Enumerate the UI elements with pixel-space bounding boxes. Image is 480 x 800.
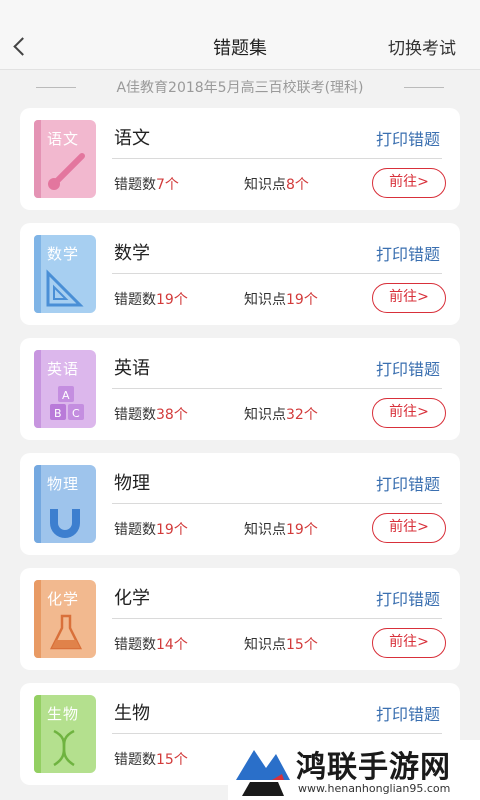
print-errors-button[interactable]: 打印错题 <box>376 586 440 610</box>
subject-card-physics[interactable]: 物理 物理 打印错题 错题数19个 知识点19个 前往> <box>20 453 460 555</box>
knowledge-point-count: 知识点15个 <box>244 637 318 653</box>
print-errors-button[interactable]: 打印错题 <box>376 126 440 150</box>
error-count: 错题数7个 <box>114 177 179 193</box>
flask-icon <box>49 614 83 650</box>
card-divider <box>112 618 442 619</box>
error-count: 错题数15个 <box>114 752 188 768</box>
brush-icon <box>48 153 85 190</box>
abc-blocks-icon: A B C <box>50 386 84 420</box>
go-button[interactable]: 前往> <box>372 283 446 313</box>
go-button[interactable]: 前往> <box>372 513 446 543</box>
subject-name: 英语 <box>114 358 150 379</box>
knowledge-point-count: 知识点19个 <box>244 522 318 538</box>
book-cover: 物理 <box>34 465 96 543</box>
dna-icon <box>53 729 75 767</box>
svg-text:B: B <box>54 407 62 420</box>
watermark-url: www.henanhonglian95.com <box>298 782 451 795</box>
subject-name: 数学 <box>114 243 150 264</box>
error-count: 错题数19个 <box>114 522 188 538</box>
print-errors-button[interactable]: 打印错题 <box>376 241 440 265</box>
watermark-title: 鸿联手游网 <box>296 750 451 785</box>
knowledge-point-count: 知识点8个 <box>244 177 309 193</box>
card-divider <box>112 388 442 389</box>
bull-logo-icon <box>236 750 290 796</box>
knowledge-point-count: 知识点32个 <box>244 407 318 423</box>
card-divider <box>112 273 442 274</box>
switch-exam-button[interactable]: 切换考试 <box>388 34 456 59</box>
set-square-icon <box>46 269 84 307</box>
divider-line <box>404 87 444 88</box>
svg-text:A: A <box>62 389 70 402</box>
subject-card-chemistry[interactable]: 化学 化学 打印错题 错题数14个 知识点15个 前往> <box>20 568 460 670</box>
print-errors-button[interactable]: 打印错题 <box>376 701 440 725</box>
error-count: 错题数14个 <box>114 637 188 653</box>
book-cover: 生物 <box>34 695 96 773</box>
subject-name: 化学 <box>114 588 150 609</box>
error-count: 错题数19个 <box>114 292 188 308</box>
book-cover: 语文 <box>34 120 96 198</box>
card-divider <box>112 503 442 504</box>
subject-name: 语文 <box>114 128 150 149</box>
subject-card-english[interactable]: 英语 A B C 英语 打印错题 错题数38个 知识点32个 前往> <box>20 338 460 440</box>
book-cover: 英语 A B C <box>34 350 96 428</box>
card-divider <box>112 158 442 159</box>
print-errors-button[interactable]: 打印错题 <box>376 471 440 495</box>
magnet-icon <box>50 509 80 538</box>
go-button[interactable]: 前往> <box>372 398 446 428</box>
card-divider <box>112 733 442 734</box>
site-watermark: 鸿联手游网 www.henanhonglian95.com <box>228 740 480 800</box>
knowledge-point-count: 知识点19个 <box>244 292 318 308</box>
go-button[interactable]: 前往> <box>372 628 446 658</box>
go-button[interactable]: 前往> <box>372 168 446 198</box>
subject-card-chinese[interactable]: 语文 语文 打印错题 错题数7个 知识点8个 前往> <box>20 108 460 210</box>
subject-name: 物理 <box>114 473 150 494</box>
exam-header: A佳教育2018年5月高三百校联考(理科) <box>0 74 480 100</box>
svg-text:C: C <box>72 407 80 420</box>
error-count: 错题数38个 <box>114 407 188 423</box>
book-cover: 数学 <box>34 235 96 313</box>
navigation-bar: 错题集 切换考试 <box>0 0 480 70</box>
book-cover: 化学 <box>34 580 96 658</box>
subject-name: 生物 <box>114 703 150 724</box>
subject-card-math[interactable]: 数学 数学 打印错题 错题数19个 知识点19个 前往> <box>20 223 460 325</box>
print-errors-button[interactable]: 打印错题 <box>376 356 440 380</box>
